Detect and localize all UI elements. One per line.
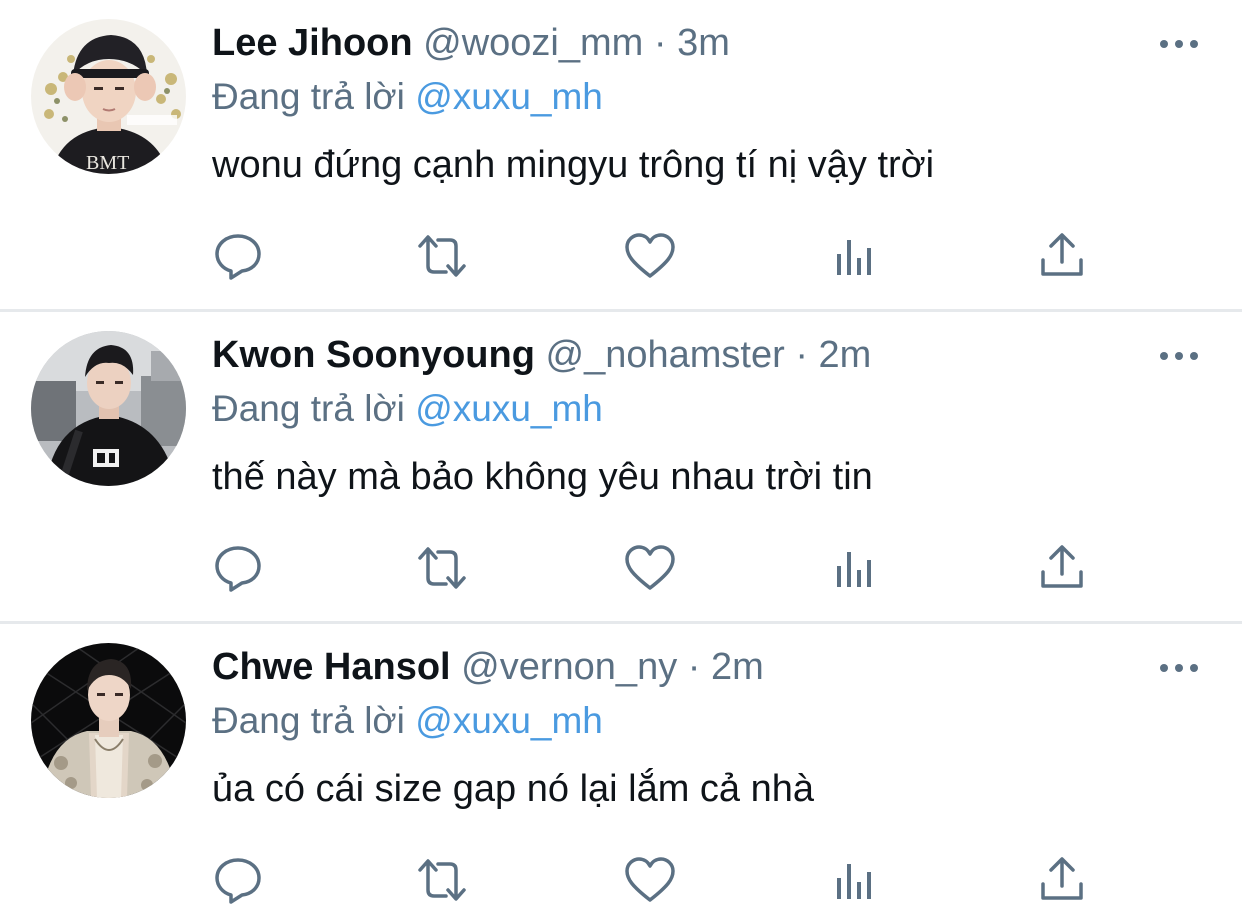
like-icon[interactable] [622, 228, 678, 284]
retweet-icon[interactable] [414, 228, 470, 284]
tweet-header: Chwe Hansol @vernon_ny · 2m [212, 642, 764, 692]
share-icon[interactable] [1034, 540, 1090, 596]
mention-link[interactable]: @xuxu_mh [415, 388, 603, 429]
tweet-text: ủa có cái size gap nó lại lắm cả nhà [212, 768, 815, 810]
tweet[interactable]: Kwon Soonyoung @_nohamster · 2m Đang trả… [0, 312, 1242, 624]
separator-dot: · [795, 334, 808, 376]
more-options-icon[interactable] [1158, 348, 1200, 364]
share-icon[interactable] [1034, 852, 1090, 908]
user-handle[interactable]: @_nohamster [546, 334, 785, 376]
tweet[interactable]: Chwe Hansol @vernon_ny · 2m Đang trả lời… [0, 624, 1242, 923]
timestamp[interactable]: 2m [819, 334, 872, 376]
reply-icon[interactable] [210, 228, 266, 284]
share-icon[interactable] [1034, 228, 1090, 284]
timestamp[interactable]: 3m [677, 22, 730, 64]
replying-label: Đang trả lời [212, 700, 405, 741]
like-icon[interactable] [622, 540, 678, 596]
replying-to: Đang trả lời @xuxu_mh [212, 696, 603, 746]
retweet-icon[interactable] [414, 852, 470, 908]
reply-icon[interactable] [210, 540, 266, 596]
tweet-header: Lee Jihoon @woozi_mm · 3m [212, 18, 730, 68]
more-options-icon[interactable] [1158, 36, 1200, 52]
replying-to: Đang trả lời @xuxu_mh [212, 384, 603, 434]
tweet-text: wonu đứng cạnh mingyu trông tí nị vậy tr… [212, 144, 935, 186]
user-handle[interactable]: @vernon_ny [461, 646, 677, 688]
tweet-header: Kwon Soonyoung @_nohamster · 2m [212, 330, 871, 380]
avatar[interactable] [31, 331, 186, 486]
avatar[interactable]: BMT [31, 19, 186, 174]
replying-to: Đang trả lời @xuxu_mh [212, 72, 603, 122]
reply-icon[interactable] [210, 852, 266, 908]
separator-dot: · [687, 646, 701, 688]
analytics-icon[interactable] [828, 540, 884, 596]
replying-label: Đang trả lời [212, 76, 405, 117]
svg-text:BMT: BMT [86, 152, 129, 174]
avatar[interactable] [31, 643, 186, 798]
tweet[interactable]: BMT Lee Jihoon @woozi_mm · 3m Đang trả l… [0, 0, 1242, 312]
mention-link[interactable]: @xuxu_mh [415, 76, 603, 117]
separator-dot: · [653, 22, 667, 64]
analytics-icon[interactable] [828, 852, 884, 908]
retweet-icon[interactable] [414, 540, 470, 596]
like-icon[interactable] [622, 852, 678, 908]
user-handle[interactable]: @woozi_mm [423, 22, 643, 64]
analytics-icon[interactable] [828, 228, 884, 284]
display-name[interactable]: Kwon Soonyoung [212, 334, 535, 376]
tweet-text: thế này mà bảo không yêu nhau trời tin [212, 456, 873, 498]
display-name[interactable]: Chwe Hansol [212, 646, 451, 688]
timestamp[interactable]: 2m [711, 646, 764, 688]
display-name[interactable]: Lee Jihoon [212, 22, 413, 64]
more-options-icon[interactable] [1158, 660, 1200, 676]
replying-label: Đang trả lời [212, 388, 405, 429]
mention-link[interactable]: @xuxu_mh [415, 700, 603, 741]
